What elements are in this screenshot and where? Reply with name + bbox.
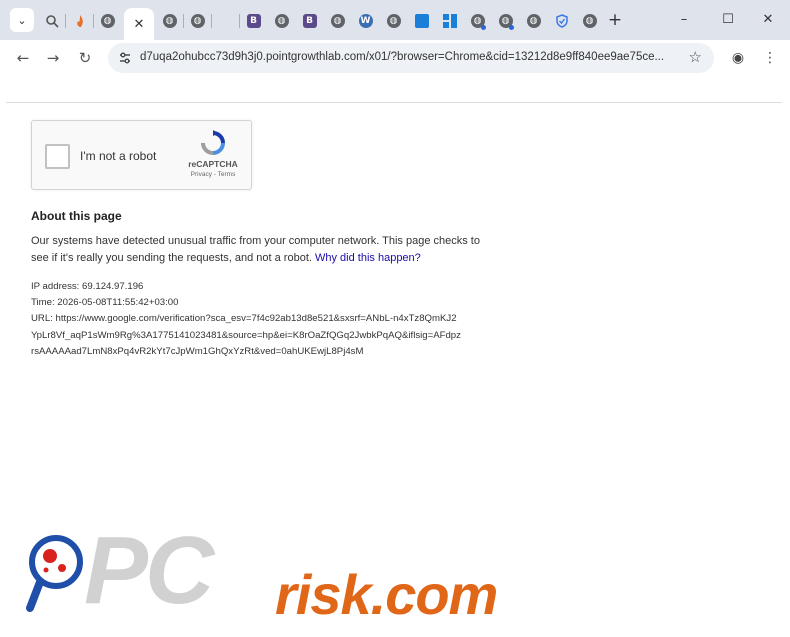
browser-toolbar: ← → ↻ d7uqa2ohubcc73d9h3j0.pointgrowthla…: [0, 40, 790, 75]
tab-8[interactable]: ◍: [268, 8, 295, 34]
tab-active[interactable]: ✕: [124, 8, 154, 40]
globe-icon: ◍: [330, 14, 345, 28]
tab-2[interactable]: ◍: [94, 8, 121, 34]
tab-12[interactable]: ◍: [380, 8, 407, 34]
content-divider: [6, 102, 782, 103]
tab-search-button[interactable]: ⌄: [10, 8, 34, 32]
watermark-pc-text: PC: [84, 517, 214, 624]
tab-18[interactable]: [548, 8, 575, 34]
recaptcha-widget: I'm not a robot reCAPTCHA Privacy - Term…: [31, 120, 252, 190]
about-title: About this page: [31, 209, 122, 223]
globe-icon: ◍: [582, 14, 597, 28]
tab-11[interactable]: W: [352, 8, 379, 34]
recaptcha-brand: reCAPTCHA: [188, 159, 238, 169]
tab-search-history[interactable]: [38, 8, 66, 34]
tab-5[interactable]: ◍: [184, 8, 212, 34]
bootstrap-icon: B: [302, 14, 317, 28]
url-line-3: rsAAAAAad7LmN8xPq4vR2kYt7cJpWm1GhQxYzRt&…: [31, 345, 364, 357]
minimize-button[interactable]: –: [666, 8, 702, 32]
tab-17[interactable]: ◍: [520, 8, 547, 34]
url-line-2: YpLr8Vf_aqP1sWm9Rg%3A1775141023481&sourc…: [31, 329, 461, 341]
tab-1[interactable]: [66, 8, 94, 34]
tab-14[interactable]: [436, 8, 463, 34]
tab-4[interactable]: ◍: [156, 8, 184, 34]
globe-icon: ◍: [162, 14, 177, 28]
recaptcha-privacy-terms-links[interactable]: Privacy - Terms: [182, 171, 244, 178]
forward-button[interactable]: →: [42, 47, 64, 69]
flame-icon: [76, 15, 83, 27]
tab-15[interactable]: ◍: [464, 8, 491, 34]
address-bar[interactable]: d7uqa2ohubcc73d9h3j0.pointgrowthlab.com/…: [108, 43, 714, 73]
tab-9[interactable]: B: [296, 8, 323, 34]
menu-icon[interactable]: ⋮: [760, 48, 780, 68]
tab-13[interactable]: [408, 8, 435, 34]
watermark-risk-text: risk.com: [275, 563, 498, 626]
maximize-button[interactable]: ☐: [710, 8, 746, 32]
globe-icon: ◍: [526, 14, 541, 28]
shield-icon: [555, 14, 568, 28]
magnifier-icon: [45, 15, 59, 28]
recaptcha-logo-icon: [201, 130, 225, 155]
tab-6[interactable]: [212, 8, 240, 34]
tab-19[interactable]: ◍: [576, 8, 603, 34]
globe-icon: ◍: [386, 14, 401, 28]
about-body: Our systems have detected unusual traffi…: [31, 233, 491, 266]
bookmark-star-icon[interactable]: ☆: [689, 48, 702, 66]
tab-10[interactable]: ◍: [324, 8, 351, 34]
ip-address: IP address: 69.124.97.196: [31, 281, 144, 292]
tiles-icon: [442, 14, 457, 28]
tab-strip: ⌄ ◍ ✕ ◍ ◍ B ◍ B ◍ W ◍ ◍ ◍ ◍ ◍ + – ☐ ✕: [0, 0, 790, 40]
why-did-this-happen-link[interactable]: Why did this happen?: [315, 252, 421, 264]
reload-button[interactable]: ↻: [74, 47, 96, 69]
profile-icon[interactable]: ◉: [728, 48, 748, 68]
timestamp: Time: 2026-05-08T11:55:42+03:00: [31, 297, 179, 309]
request-details: IP address: 69.124.97.196 Time: 2026-05-…: [31, 279, 501, 360]
new-tab-button[interactable]: +: [604, 10, 626, 32]
captcha-label: I'm not a robot: [80, 149, 157, 163]
bootstrap-icon: B: [246, 14, 261, 28]
close-window-button[interactable]: ✕: [750, 8, 786, 32]
tab-16[interactable]: ◍: [492, 8, 519, 34]
site-settings-icon[interactable]: [118, 51, 132, 65]
url-text[interactable]: d7uqa2ohubcc73d9h3j0.pointgrowthlab.com/…: [140, 51, 680, 63]
magnifier-logo-icon: [26, 535, 83, 612]
pcrisk-watermark: PC risk.com: [0, 517, 790, 637]
chevron-down-icon: ⌄: [17, 14, 27, 27]
globe-icon: ◍: [100, 14, 115, 28]
globe-icon: ◍: [190, 14, 205, 28]
back-button[interactable]: ←: [12, 47, 34, 69]
close-icon[interactable]: ✕: [134, 17, 145, 32]
url-line-1: URL: https://www.google.com/verification…: [31, 313, 457, 325]
not-robot-checkbox[interactable]: [45, 144, 70, 169]
blue-square-icon: [414, 14, 429, 28]
wordpress-icon: W: [358, 14, 373, 28]
tab-7[interactable]: B: [240, 8, 267, 34]
globe-icon: ◍: [274, 14, 289, 28]
